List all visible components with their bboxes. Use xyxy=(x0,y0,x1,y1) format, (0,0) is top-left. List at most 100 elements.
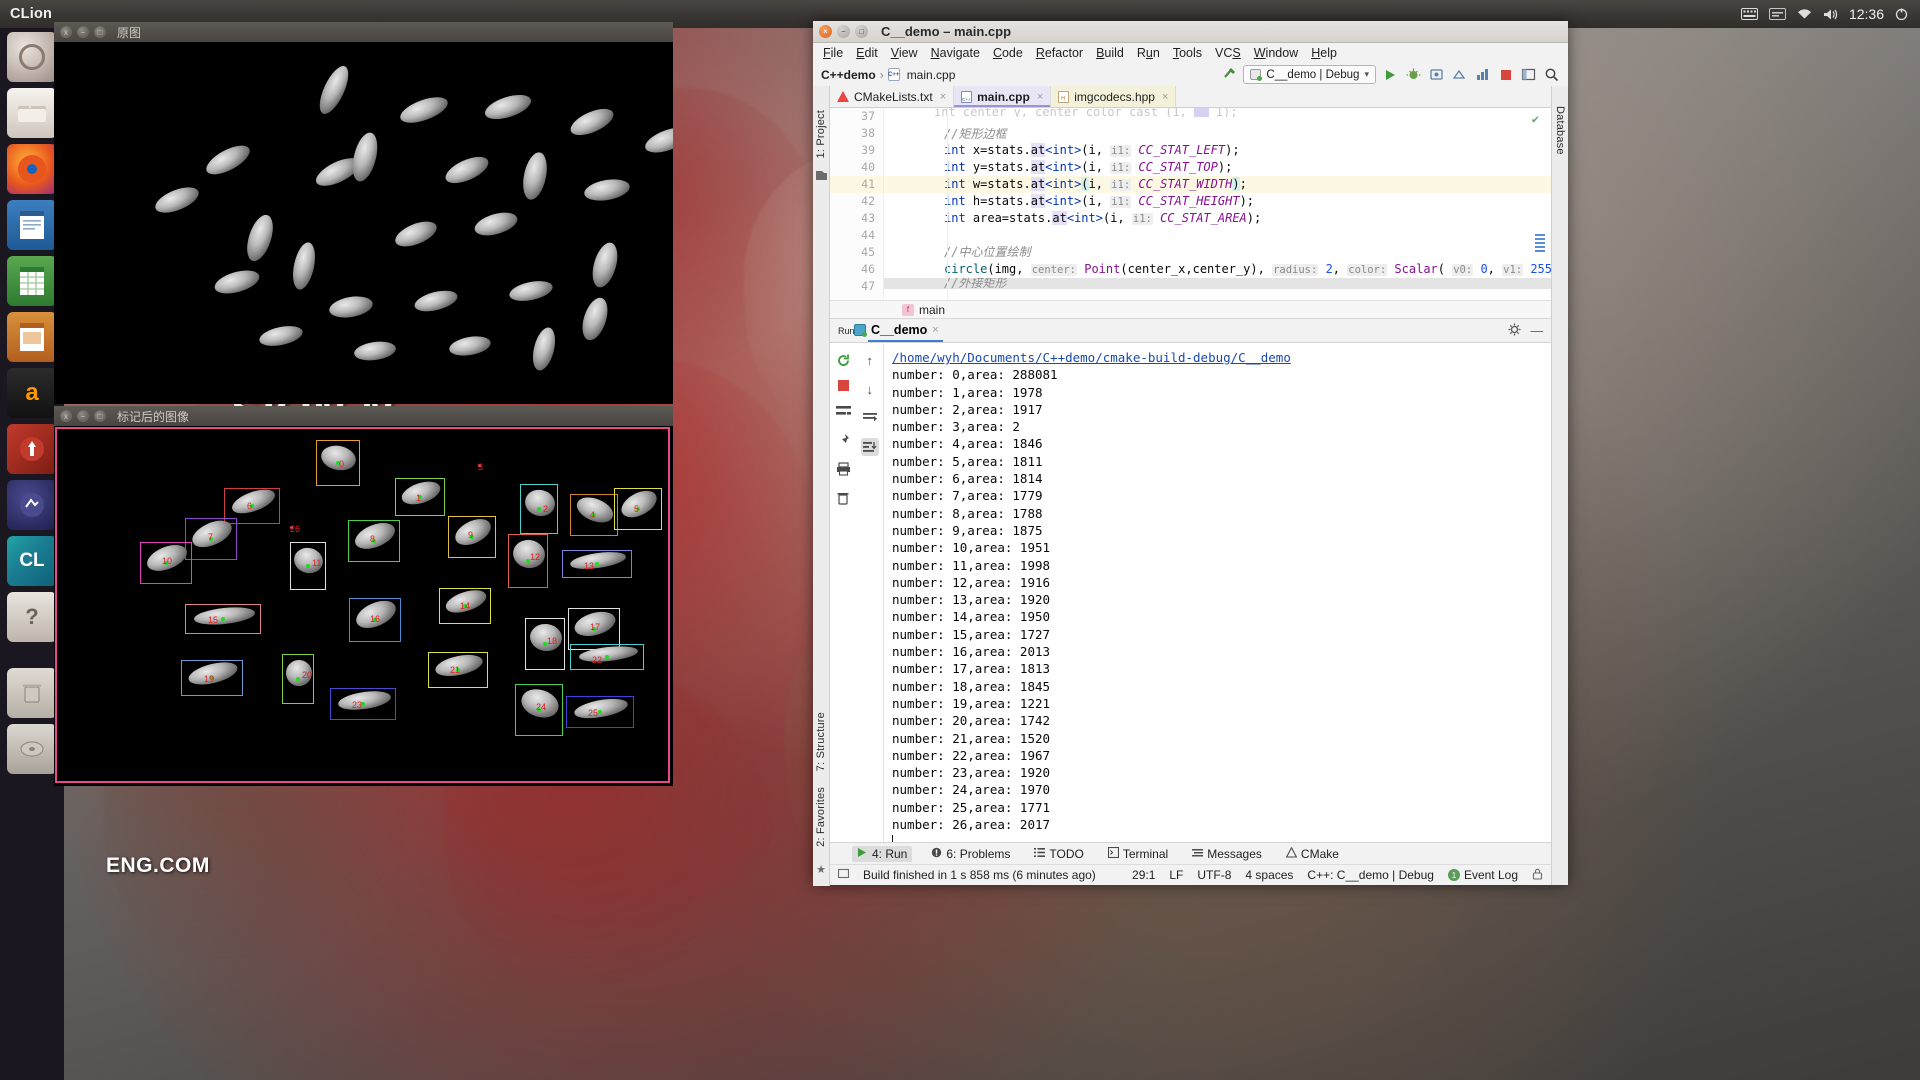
run-config-tab[interactable]: C__demo × xyxy=(854,323,939,339)
up-arrow-icon[interactable]: ↑ xyxy=(861,351,879,369)
search-icon[interactable] xyxy=(1543,66,1560,83)
menu-view[interactable]: View xyxy=(891,46,918,60)
menu-refactor[interactable]: Refactor xyxy=(1036,46,1083,60)
run-button[interactable] xyxy=(1382,66,1399,83)
maximize-icon[interactable]: □ xyxy=(94,26,106,38)
software-updater-icon[interactable] xyxy=(7,424,57,474)
ubuntu-software-icon[interactable] xyxy=(7,480,57,530)
minimize-icon[interactable]: − xyxy=(77,26,89,38)
sidebar-item-database[interactable]: Database xyxy=(1554,106,1566,155)
close-icon[interactable]: x xyxy=(60,26,72,38)
menu-code[interactable]: Code xyxy=(993,46,1023,60)
maximize-icon[interactable]: □ xyxy=(855,25,868,38)
stop-button[interactable] xyxy=(1497,66,1514,83)
wrap-toggle-icon[interactable] xyxy=(861,409,879,427)
minimize-icon[interactable]: − xyxy=(77,410,89,422)
run-configuration-selector[interactable]: C__demo | Debug ▾ xyxy=(1243,65,1376,84)
close-icon[interactable]: × xyxy=(940,91,946,103)
print-icon[interactable] xyxy=(834,460,852,478)
clion-icon[interactable]: CL xyxy=(7,536,57,586)
focused-app-name[interactable]: CLion xyxy=(10,6,52,22)
volume-icon[interactable] xyxy=(1823,8,1838,21)
menu-window[interactable]: Window xyxy=(1254,46,1298,60)
amazon-icon[interactable]: a xyxy=(7,368,57,418)
network-icon[interactable] xyxy=(1797,8,1812,20)
toolwindow-run[interactable]: 4: Run xyxy=(852,846,912,862)
pin-icon[interactable] xyxy=(834,431,852,449)
close-icon[interactable]: × xyxy=(819,25,832,38)
trash-icon[interactable] xyxy=(834,489,852,507)
maximize-icon[interactable]: □ xyxy=(94,410,106,422)
star-icon[interactable]: ★ xyxy=(816,863,826,876)
soft-wrap-icon[interactable] xyxy=(834,402,852,420)
layout-icon[interactable] xyxy=(1520,66,1537,83)
sidebar-item-favorites[interactable]: 2: Favorites xyxy=(815,787,827,847)
image-window-original[interactable]: x − □ 原图 xyxy=(54,22,673,404)
code-editor[interactable]: 37 38 39 40 41 42 43 44 45 46 47 int cen… xyxy=(830,108,1551,300)
toolwindow-cmake[interactable]: CMake xyxy=(1281,846,1344,862)
image-window-marked[interactable]: x − □ 标记后的图像 012345678910111213141516171… xyxy=(54,406,673,786)
toolwindow-messages[interactable]: Messages xyxy=(1187,846,1267,862)
libreoffice-impress-icon[interactable] xyxy=(7,312,57,362)
stop-icon[interactable] xyxy=(838,380,849,391)
breadcrumb-file[interactable]: main.cpp xyxy=(907,68,956,82)
rerun-icon[interactable] xyxy=(834,351,852,369)
menu-file[interactable]: File xyxy=(823,46,843,60)
event-log-button[interactable]: 1 Event Log xyxy=(1448,868,1518,882)
window-titlebar[interactable]: x − □ 原图 xyxy=(54,22,673,42)
editor-breadcrumb[interactable]: f main xyxy=(830,300,1551,319)
close-icon[interactable]: × xyxy=(1037,91,1043,103)
menu-navigate[interactable]: Navigate xyxy=(931,46,980,60)
context-config[interactable]: C++: C__demo | Debug xyxy=(1307,868,1434,882)
toolwindow-terminal[interactable]: Terminal xyxy=(1103,846,1173,862)
keyboard-icon[interactable] xyxy=(1741,8,1758,20)
libreoffice-calc-icon[interactable] xyxy=(7,256,57,306)
trash-icon[interactable] xyxy=(7,668,57,718)
close-icon[interactable]: × xyxy=(932,324,938,336)
chevron-down-icon[interactable]: ▾ xyxy=(1364,69,1369,80)
libreoffice-writer-icon[interactable] xyxy=(7,200,57,250)
breadcrumb-project[interactable]: C++demo xyxy=(821,68,876,82)
gear-icon[interactable] xyxy=(1508,323,1521,339)
indent-setting[interactable]: 4 spaces xyxy=(1245,868,1293,882)
close-icon[interactable]: × xyxy=(1162,91,1168,103)
tab-imgcodecs-hpp[interactable]: imgcodecs.hpp × xyxy=(1051,86,1176,107)
down-arrow-icon[interactable]: ↓ xyxy=(861,380,879,398)
coverage-button[interactable] xyxy=(1451,66,1468,83)
clion-window[interactable]: × − □ C__demo – main.cpp File Edit View … xyxy=(813,21,1568,885)
profile-button[interactable] xyxy=(1474,66,1491,83)
files-icon[interactable] xyxy=(7,88,57,138)
line-separator[interactable]: LF xyxy=(1169,868,1183,882)
tab-cmakelists[interactable]: CMakeLists.txt × xyxy=(830,86,954,107)
structure-marker-icon[interactable] xyxy=(816,168,827,186)
scroll-to-end-icon[interactable] xyxy=(861,438,879,456)
sidebar-item-project[interactable]: 1: Project xyxy=(815,110,827,158)
clion-titlebar[interactable]: × − □ C__demo – main.cpp xyxy=(813,21,1568,43)
help-icon[interactable]: ? xyxy=(7,592,57,642)
tab-main-cpp[interactable]: main.cpp × xyxy=(954,86,1051,107)
toolwindow-problems[interactable]: 6: Problems xyxy=(926,846,1015,862)
close-icon[interactable]: x xyxy=(60,410,72,422)
debug-button[interactable] xyxy=(1405,66,1422,83)
lock-icon[interactable] xyxy=(1532,868,1543,883)
inspection-ok-icon[interactable]: ✔ xyxy=(1532,112,1539,126)
minimize-icon[interactable]: − xyxy=(837,25,850,38)
menu-tools[interactable]: Tools xyxy=(1173,46,1202,60)
code-text-area[interactable]: int center_y, center_color_cast (1, 1); … xyxy=(884,108,1551,300)
toolwindow-todo[interactable]: TODO xyxy=(1029,846,1088,862)
menu-vcs[interactable]: VCS xyxy=(1215,46,1241,60)
ubuntu-dash-icon[interactable] xyxy=(7,32,57,82)
build-hammer-icon[interactable] xyxy=(1222,66,1237,84)
menu-edit[interactable]: Edit xyxy=(856,46,878,60)
caret-position[interactable]: 29:1 xyxy=(1132,868,1155,882)
firefox-icon[interactable] xyxy=(7,144,57,194)
menu-build[interactable]: Build xyxy=(1096,46,1124,60)
window-titlebar[interactable]: x − □ 标记后的图像 xyxy=(54,406,673,426)
file-encoding[interactable]: UTF-8 xyxy=(1197,868,1231,882)
disk-icon[interactable] xyxy=(7,724,57,774)
power-gear-icon[interactable] xyxy=(1895,8,1908,21)
minimize-icon[interactable]: — xyxy=(1531,324,1544,338)
run-console-output[interactable]: /home/wyh/Documents/C++demo/cmake-build-… xyxy=(884,343,1551,842)
clock[interactable]: 12:36 xyxy=(1849,6,1884,22)
menu-run[interactable]: Run xyxy=(1137,46,1160,60)
